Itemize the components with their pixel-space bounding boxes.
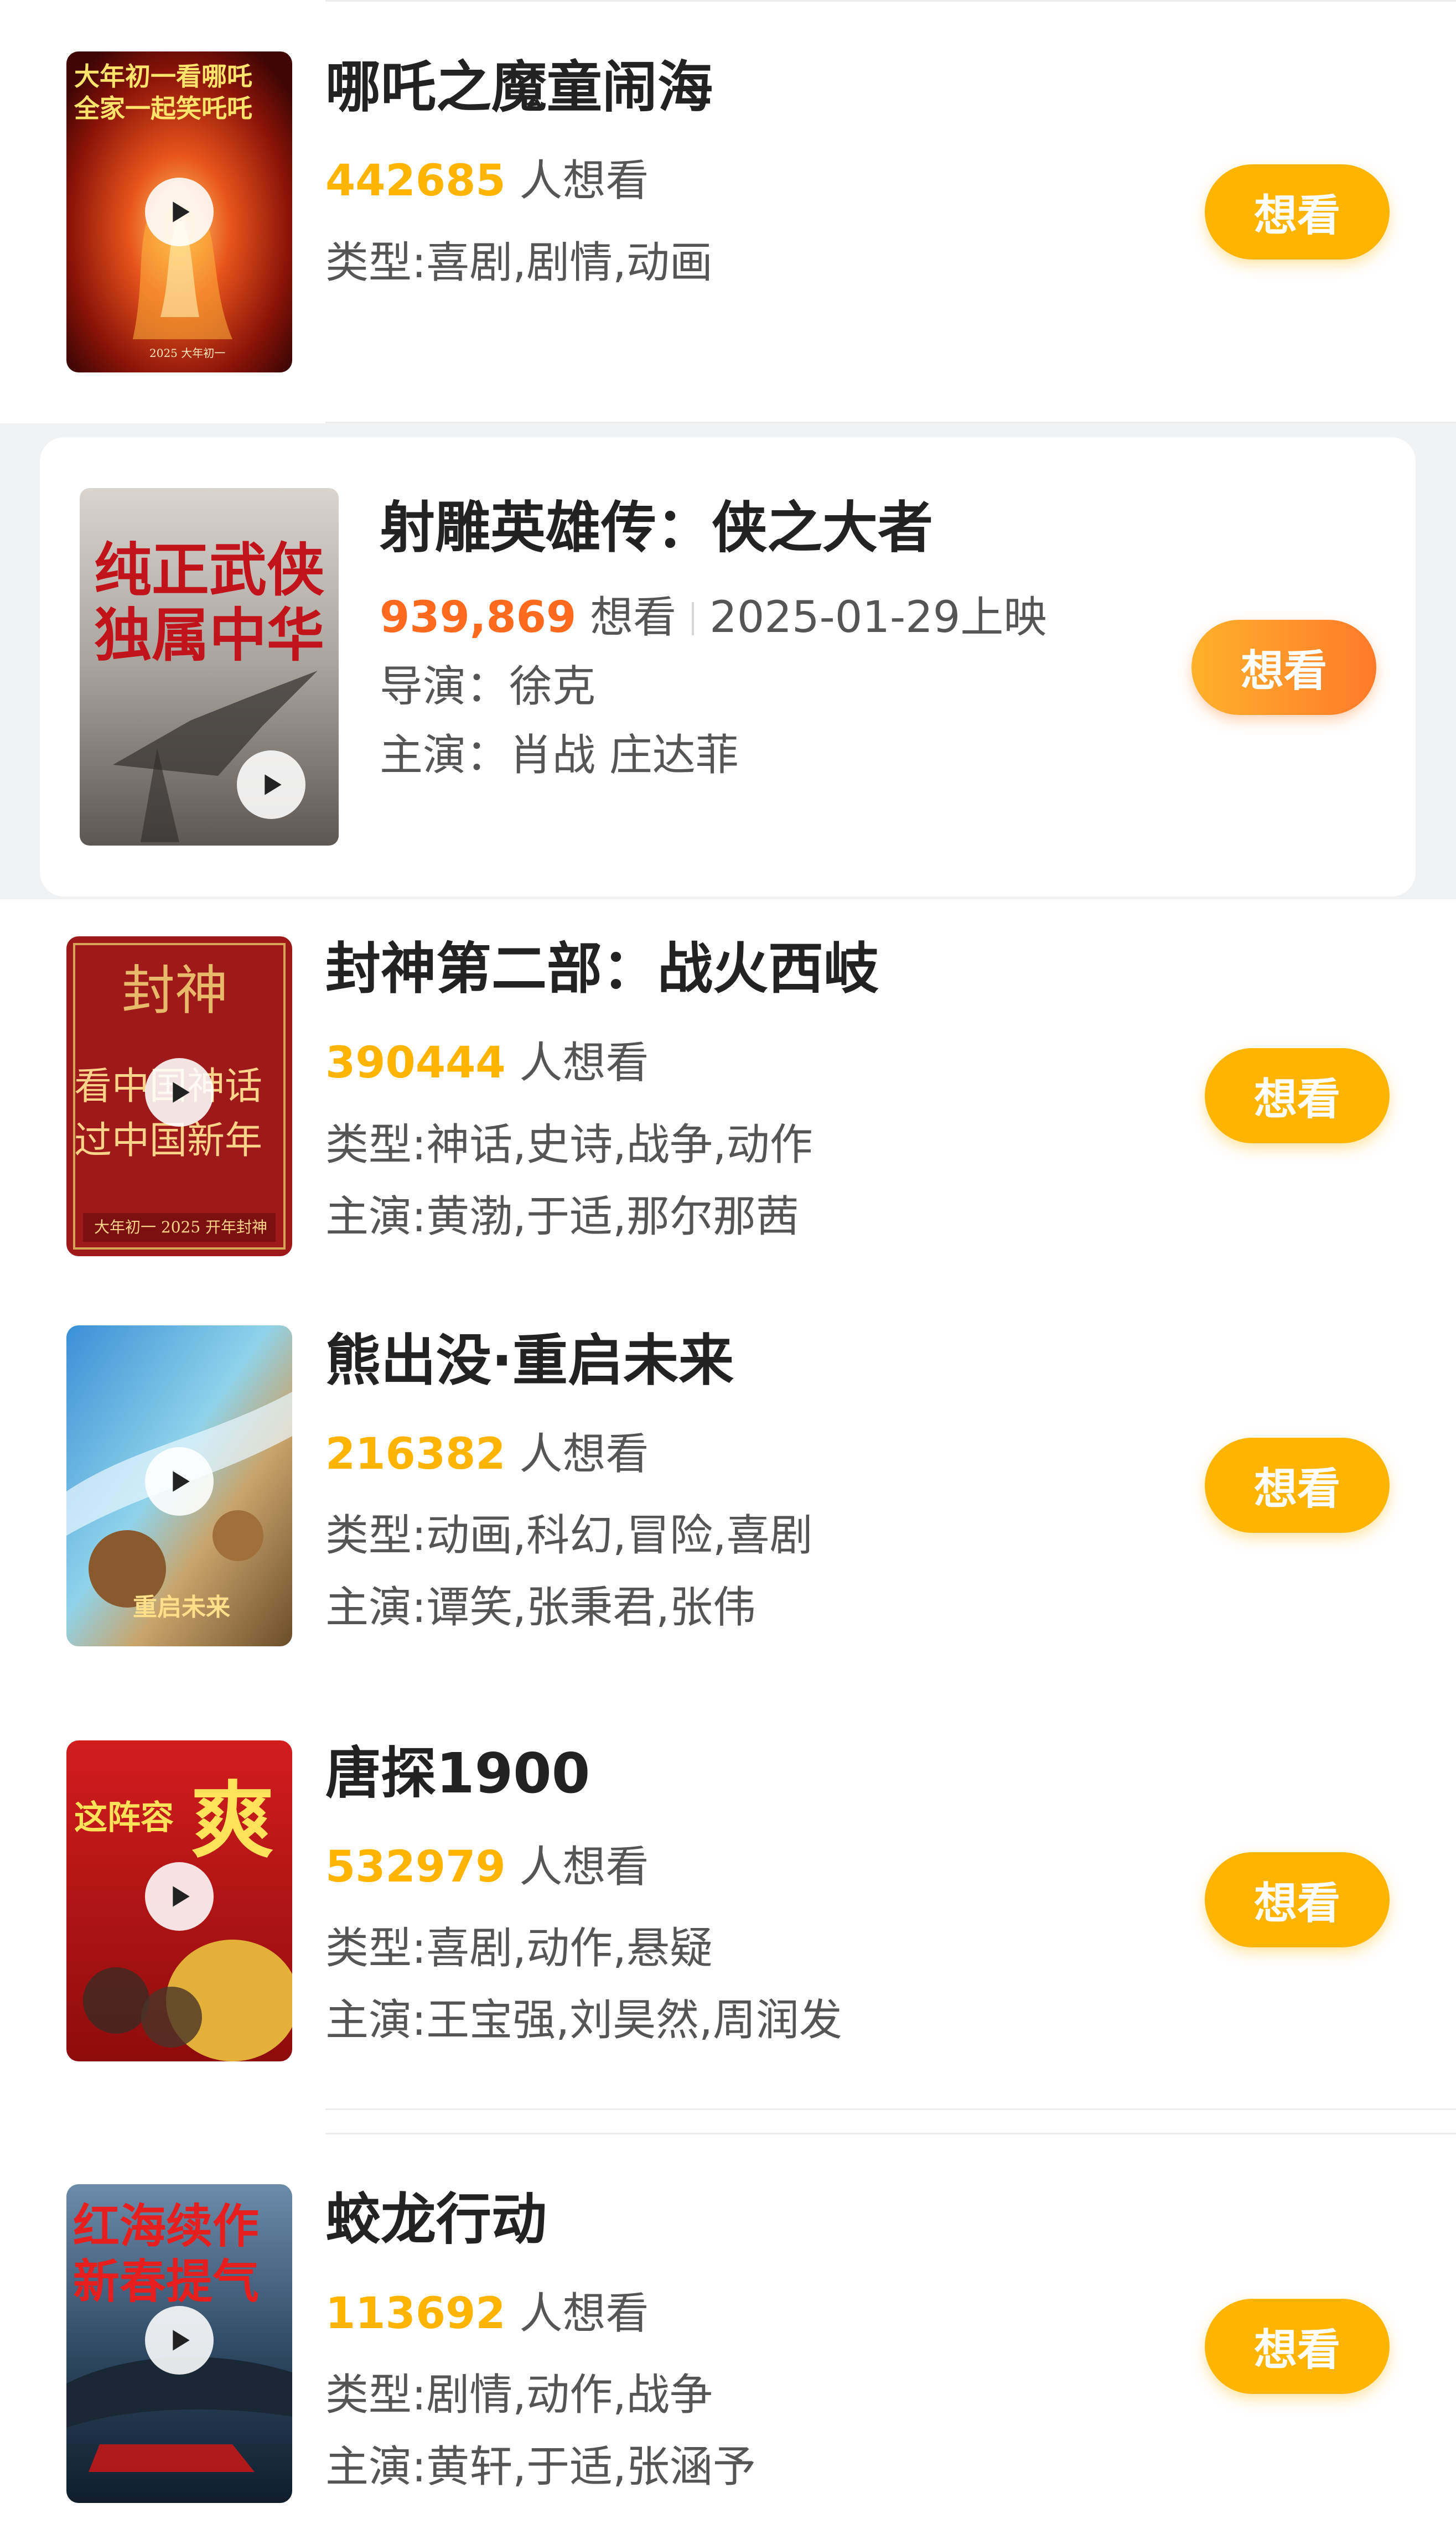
poster-tagline: 全家一起笑吒吒 (74, 94, 252, 123)
poster-badge: 大年初一 2025 开年封神 (94, 1218, 268, 1236)
want-to-see-button[interactable]: 想看 (1205, 1852, 1390, 1947)
play-icon (265, 774, 282, 795)
poster-image[interactable]: 重启未来 (66, 1325, 292, 1646)
want-count-line: 216382 人想看 (325, 1433, 649, 1476)
poster-badge: 2025 大年初一 (149, 346, 226, 360)
play-button[interactable] (237, 750, 305, 819)
want-count-suffix: 人想看 (519, 1429, 649, 1479)
play-icon (173, 2330, 190, 2351)
movie-title[interactable]: 蛟龙行动 (325, 2192, 547, 2247)
movie-title[interactable]: 唐探1900 (325, 1746, 590, 1801)
poster-image[interactable]: 封神 看中国神话 过中国新年 大年初一 2025 开年封神 (66, 936, 292, 1256)
list-item[interactable]: 重启未来 熊出没·重启未来 216382 人想看 类型:动画,科幻,冒险,喜剧 … (0, 1287, 1456, 1685)
separator (692, 602, 695, 635)
poster-image[interactable]: 大年初一看哪吒 全家一起笑吒吒 2025 大年初一 (66, 51, 292, 372)
list-item[interactable]: 大年初一看哪吒 全家一起笑吒吒 2025 大年初一 哪吒之魔童闹海 442685… (0, 0, 1456, 423)
poster-tagline: 这阵容 (74, 1799, 174, 1837)
play-icon (173, 1886, 190, 1907)
want-count-line: 390444 人想看 (325, 1041, 649, 1085)
poster-big-char: 爽 (191, 1772, 274, 1869)
movie-title[interactable]: 哪吒之魔童闹海 (325, 60, 713, 115)
play-icon (173, 1471, 190, 1492)
featured-movie-card[interactable]: 纯正武侠 独属中华 射雕英雄传：侠之大者 939,869 想看 2025-01-2… (40, 437, 1416, 896)
poster-tagline: 过中国新年 (74, 1119, 263, 1163)
poster-image[interactable]: 纯正武侠 独属中华 (80, 488, 339, 846)
cast-text: 主演：肖战 庄达菲 (380, 730, 739, 780)
play-button[interactable] (145, 1058, 214, 1127)
want-count: 532979 (325, 1842, 506, 1892)
play-button[interactable] (145, 178, 214, 246)
play-button[interactable] (145, 1862, 214, 1931)
poster-image[interactable]: 这阵容 爽 (66, 1740, 292, 2061)
movie-title[interactable]: 封神第二部：战火西岐 (325, 941, 879, 997)
want-to-see-button[interactable]: 想看 (1191, 620, 1376, 715)
genre-text: 类型:神话,史诗,战争,动作 (325, 1120, 813, 1170)
want-to-see-button[interactable]: 想看 (1205, 164, 1390, 260)
movie-title[interactable]: 熊出没·重启未来 (325, 1333, 734, 1388)
genre-text: 类型:动画,科幻,冒险,喜剧 (325, 1511, 813, 1561)
divider (325, 2108, 1456, 2110)
play-button[interactable] (145, 1447, 214, 1516)
want-count-suffix: 人想看 (519, 1038, 649, 1088)
list-item[interactable]: 这阵容 爽 唐探1900 532979 人想看 类型:喜剧,动作,悬疑 主演:王… (0, 1685, 1456, 2108)
movie-list-page: 大年初一看哪吒 全家一起笑吒吒 2025 大年初一 哪吒之魔童闹海 442685… (0, 0, 1456, 2524)
list-item[interactable]: 封神 看中国神话 过中国新年 大年初一 2025 开年封神 封神第二部：战火西岐… (0, 899, 1456, 1287)
poster-logo: 重启未来 (133, 1593, 230, 1621)
poster-tagline: 大年初一看哪吒 (74, 61, 252, 91)
play-icon (173, 1082, 190, 1103)
poster-tagline: 独属中华 (94, 601, 325, 669)
divider (325, 422, 1456, 423)
list-item[interactable]: 红海续作 新春提气 蛟龙行动 113692 人想看 类型:剧情,动作,战争 主演… (0, 2134, 1456, 2524)
want-count-suffix: 人想看 (519, 2289, 649, 2339)
cast-text: 主演:黄轩,于适,张涵予 (325, 2442, 756, 2492)
genre-text: 类型:剧情,动作,战争 (325, 2370, 713, 2420)
want-to-see-button[interactable]: 想看 (1205, 1438, 1390, 1533)
want-count-suffix: 想看 (590, 593, 677, 642)
want-count: 113692 (325, 2289, 506, 2339)
want-count-line: 939,869 想看 2025-01-29上映 (380, 596, 1046, 639)
poster-tagline: 纯正武侠 (94, 536, 325, 604)
release-date: 2025-01-29上映 (709, 593, 1047, 642)
cast-text: 主演:谭笑,张秉君,张伟 (325, 1583, 756, 1632)
poster-tagline: 红海续作 (73, 2199, 260, 2253)
want-count: 939,869 (380, 593, 577, 642)
poster-tagline: 新春提气 (73, 2254, 260, 2309)
want-count: 442685 (325, 156, 506, 206)
want-to-see-button[interactable]: 想看 (1205, 2299, 1390, 2394)
poster-logo: 封神 (122, 960, 228, 1022)
want-count-line: 113692 人想看 (325, 2292, 649, 2335)
genre-text: 类型:喜剧,动作,悬疑 (325, 1924, 713, 1973)
genre-text: 类型:喜剧,剧情,动画 (325, 238, 713, 288)
want-count-line: 442685 人想看 (325, 159, 649, 203)
poster-image[interactable]: 红海续作 新春提气 (66, 2184, 292, 2503)
cast-text: 主演:黄渤,于适,那尔那茜 (325, 1192, 799, 1242)
want-to-see-button[interactable]: 想看 (1205, 1048, 1390, 1143)
want-count-suffix: 人想看 (519, 1842, 649, 1892)
play-button[interactable] (145, 2306, 214, 2375)
cast-text: 主演:王宝强,刘昊然,周润发 (325, 1996, 842, 2045)
want-count-suffix: 人想看 (519, 156, 649, 206)
play-icon (173, 201, 190, 222)
want-count-line: 532979 人想看 (325, 1846, 649, 1889)
want-count: 390444 (325, 1038, 506, 1088)
director-text: 导演：徐克 (380, 662, 596, 712)
movie-title[interactable]: 射雕英雄传：侠之大者 (380, 500, 933, 556)
want-count: 216382 (325, 1429, 506, 1479)
